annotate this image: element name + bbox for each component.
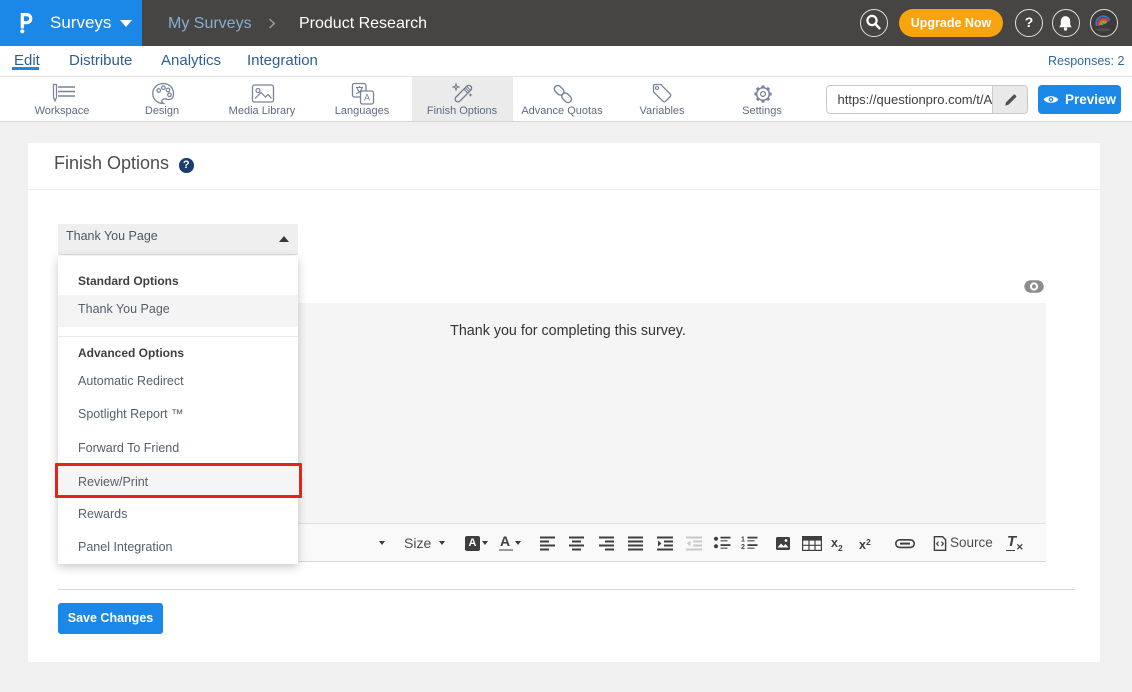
svg-text:A: A [364,93,370,103]
svg-text:1: 1 [741,537,745,544]
svg-text:2: 2 [741,544,745,551]
